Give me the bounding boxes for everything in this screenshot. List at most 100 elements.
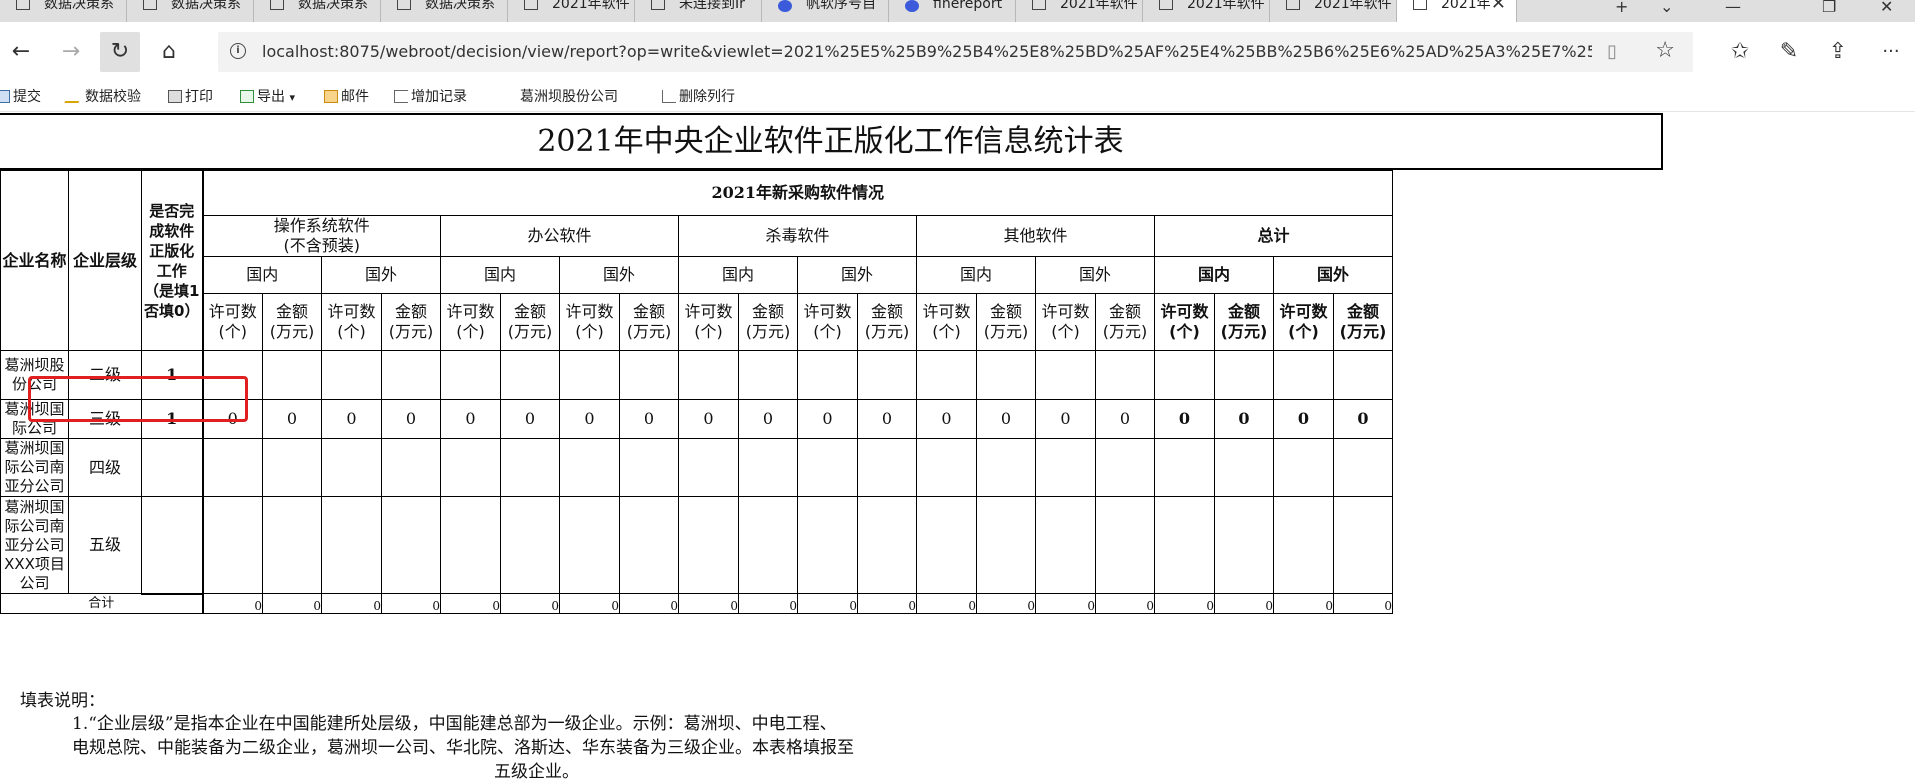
value-input[interactable] (1154, 496, 1215, 594)
completed-input[interactable]: 1 (141, 399, 204, 439)
value-input[interactable]: 0 (559, 399, 620, 439)
browser-tab[interactable]: finereport (889, 0, 1016, 22)
value-input[interactable] (500, 496, 560, 594)
value-input[interactable] (976, 438, 1036, 497)
favorite-star-icon[interactable]: ☆ (1655, 38, 1675, 63)
browser-tab[interactable]: 数据决策系 (381, 0, 508, 22)
value-input[interactable] (619, 350, 679, 400)
value-input[interactable]: 0 (857, 399, 917, 439)
share-icon[interactable]: ⇪ (1825, 39, 1851, 65)
refresh-button[interactable]: ↻ (100, 32, 140, 72)
value-input[interactable] (1095, 438, 1155, 497)
favorites-icon[interactable]: ✩ (1727, 39, 1753, 65)
print-button[interactable]: 打印 (168, 87, 213, 107)
value-input[interactable] (202, 438, 263, 497)
value-input[interactable] (857, 496, 917, 594)
value-input[interactable]: 0 (797, 399, 858, 439)
site-info-icon[interactable]: i (230, 43, 246, 59)
value-input[interactable] (678, 350, 739, 400)
value-input[interactable] (440, 350, 501, 400)
more-icon[interactable]: ··· (1878, 39, 1904, 65)
add-record-button[interactable]: 增加记录 (394, 87, 467, 107)
value-input[interactable] (797, 438, 858, 497)
value-input[interactable] (1095, 496, 1155, 594)
reading-view-icon[interactable]: ▯ (1607, 41, 1617, 62)
browser-tab[interactable]: 帆软序号自 (762, 0, 889, 22)
value-input[interactable] (262, 350, 322, 400)
value-input[interactable]: 0 (678, 399, 739, 439)
value-input[interactable] (678, 496, 739, 594)
completed-input[interactable] (141, 438, 204, 497)
value-input[interactable] (440, 438, 501, 497)
value-input[interactable]: 0 (262, 399, 322, 439)
pen-icon[interactable]: ✎ (1776, 39, 1802, 65)
home-button[interactable]: ⌂ (156, 39, 182, 65)
value-input[interactable] (619, 438, 679, 497)
value-input[interactable] (202, 496, 263, 594)
value-input[interactable] (321, 496, 382, 594)
minimize-button[interactable]: — (1725, 0, 1741, 16)
new-tab-button[interactable]: + (1615, 0, 1628, 16)
value-input[interactable] (559, 438, 620, 497)
value-input[interactable] (321, 438, 382, 497)
value-input[interactable] (857, 350, 917, 400)
value-input[interactable]: 0 (321, 399, 382, 439)
value-input[interactable]: 0 (1154, 399, 1215, 439)
value-input[interactable] (500, 350, 560, 400)
restore-button[interactable]: ❐ (1822, 0, 1836, 16)
value-input[interactable]: 0 (1333, 399, 1393, 439)
mail-button[interactable]: 邮件 (324, 87, 369, 107)
value-input[interactable] (1154, 350, 1215, 400)
value-input[interactable] (678, 438, 739, 497)
value-input[interactable] (262, 438, 322, 497)
completed-input[interactable]: 1 (141, 350, 204, 400)
forward-button[interactable]: → (58, 39, 84, 65)
completed-input[interactable] (141, 496, 204, 595)
browser-tab[interactable]: 数据决策系 (254, 0, 381, 22)
back-button[interactable]: ← (8, 39, 34, 65)
value-input[interactable] (797, 496, 858, 594)
value-input[interactable] (262, 496, 322, 594)
browser-tab[interactable]: 2021年软件 (1016, 0, 1143, 22)
value-input[interactable] (1273, 438, 1334, 497)
url-text[interactable]: localhost:8075/webroot/decision/view/rep… (262, 42, 1592, 61)
value-input[interactable]: 0 (619, 399, 679, 439)
value-input[interactable]: 0 (500, 399, 560, 439)
close-tab-icon[interactable]: ✕ (1491, 0, 1506, 13)
value-input[interactable] (1273, 496, 1334, 594)
value-input[interactable] (381, 496, 441, 594)
value-input[interactable] (976, 496, 1036, 594)
value-input[interactable] (738, 496, 798, 594)
value-input[interactable] (321, 350, 382, 400)
browser-tab[interactable]: 2021年软件 (1143, 0, 1270, 22)
value-input[interactable] (559, 496, 620, 594)
value-input[interactable] (857, 438, 917, 497)
delete-row-button[interactable]: 删除列行 (662, 87, 735, 107)
browser-tab[interactable]: 2021年软件 (1270, 0, 1397, 22)
browser-tab[interactable]: 未连接到Ir (635, 0, 762, 22)
value-input[interactable] (1214, 350, 1274, 400)
value-input[interactable] (797, 350, 858, 400)
value-input[interactable]: 0 (1214, 399, 1274, 439)
value-input[interactable] (916, 496, 977, 594)
value-input[interactable]: 0 (976, 399, 1036, 439)
validate-button[interactable]: 数据校验 (64, 87, 141, 107)
value-input[interactable] (738, 438, 798, 497)
value-input[interactable]: 0 (1095, 399, 1155, 439)
value-input[interactable] (916, 350, 977, 400)
value-input[interactable] (1333, 496, 1393, 594)
value-input[interactable] (1154, 438, 1215, 497)
value-input[interactable] (916, 438, 977, 497)
value-input[interactable] (202, 350, 263, 400)
value-input[interactable] (1035, 438, 1096, 497)
address-bar[interactable]: i localhost:8075/webroot/decision/view/r… (218, 32, 1693, 72)
value-input[interactable] (381, 350, 441, 400)
value-input[interactable] (381, 438, 441, 497)
value-input[interactable] (738, 350, 798, 400)
value-input[interactable] (1333, 438, 1393, 497)
browser-tab[interactable]: 数据决策系 (0, 0, 127, 22)
value-input[interactable] (440, 496, 501, 594)
value-input[interactable] (559, 350, 620, 400)
browser-tab[interactable]: 2021年 ✕ (1397, 0, 1517, 22)
value-input[interactable] (1214, 496, 1274, 594)
